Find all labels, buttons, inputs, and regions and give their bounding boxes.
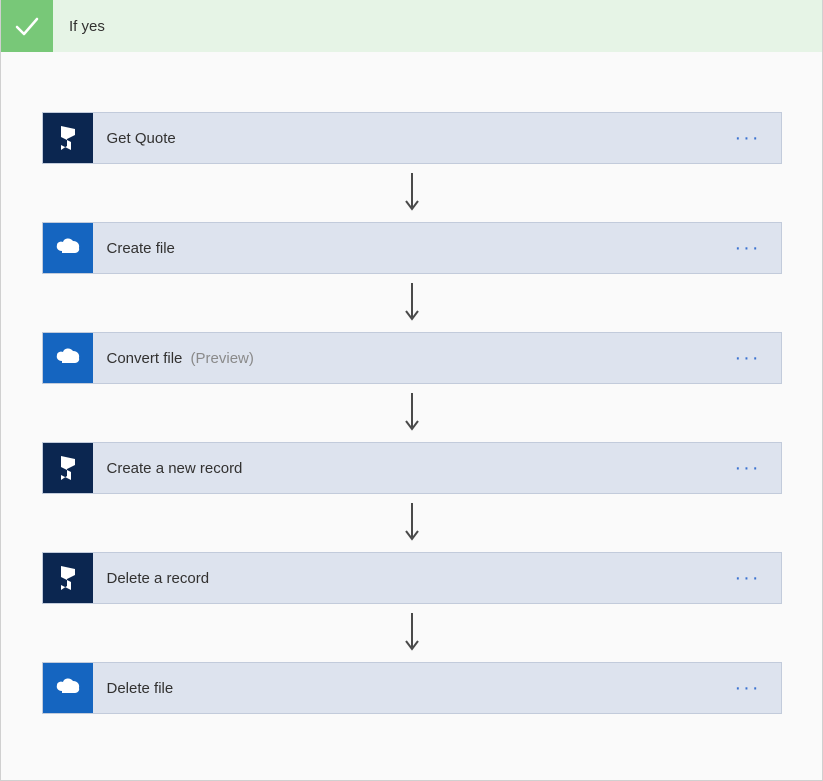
arrow-icon (404, 164, 420, 222)
checkmark-icon (1, 0, 53, 52)
dynamics-icon (43, 443, 93, 493)
more-menu-icon[interactable]: ··· (735, 567, 781, 590)
more-menu-icon[interactable]: ··· (735, 457, 781, 480)
arrow-icon (404, 384, 420, 442)
onedrive-icon (43, 663, 93, 713)
dynamics-icon (43, 553, 93, 603)
flow-steps: Get Quote ··· Create file ··· (21, 112, 802, 714)
step-label: Create file (93, 240, 735, 257)
arrow-icon (404, 604, 420, 662)
arrow-icon (404, 494, 420, 552)
onedrive-icon (43, 333, 93, 383)
more-menu-icon[interactable]: ··· (735, 677, 781, 700)
more-menu-icon[interactable]: ··· (735, 347, 781, 370)
branch-header[interactable]: If yes (1, 0, 822, 52)
more-menu-icon[interactable]: ··· (735, 127, 781, 150)
arrow-icon (404, 274, 420, 332)
step-label: Create a new record (93, 460, 735, 477)
step-convert-file[interactable]: Convert file (Preview) ··· (42, 332, 782, 384)
onedrive-icon (43, 223, 93, 273)
step-delete-record[interactable]: Delete a record ··· (42, 552, 782, 604)
step-get-quote[interactable]: Get Quote ··· (42, 112, 782, 164)
branch-title: If yes (53, 18, 105, 35)
step-create-new-record[interactable]: Create a new record ··· (42, 442, 782, 494)
step-label: Delete file (93, 680, 735, 697)
step-label: Convert file (Preview) (93, 350, 735, 367)
condition-branch-panel: If yes Get Quote ··· Create file (0, 0, 823, 781)
step-create-file[interactable]: Create file ··· (42, 222, 782, 274)
step-label: Delete a record (93, 570, 735, 587)
step-delete-file[interactable]: Delete file ··· (42, 662, 782, 714)
dynamics-icon (43, 113, 93, 163)
step-label: Get Quote (93, 130, 735, 147)
more-menu-icon[interactable]: ··· (735, 237, 781, 260)
